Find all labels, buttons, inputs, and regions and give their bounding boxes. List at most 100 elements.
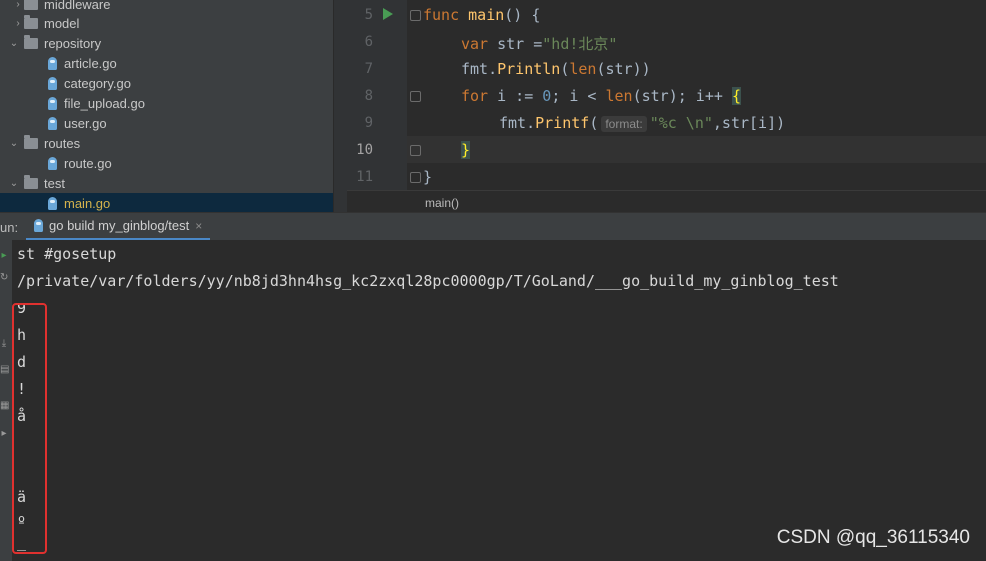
tree-folder-middleware[interactable]: › middleware <box>0 0 333 14</box>
tree-file-category[interactable]: category.go <box>0 73 333 93</box>
tree-item-label: category.go <box>64 75 131 91</box>
code-text: str = <box>488 35 543 53</box>
highlight-box <box>12 303 47 554</box>
line-number: 9 <box>364 115 373 131</box>
panel-divider[interactable] <box>333 0 348 212</box>
code-line: for i := 0; i < len(str); i++ { <box>461 87 741 105</box>
tree-item-label: middleware <box>44 0 111 12</box>
tree-item-label: route.go <box>64 155 112 171</box>
go-file-icon <box>48 116 57 130</box>
code-text: } <box>423 168 433 186</box>
print-icon[interactable]: ▤ <box>0 364 9 375</box>
tree-file-route[interactable]: route.go <box>0 153 333 173</box>
go-file-icon <box>48 56 57 70</box>
function-call: Println <box>497 60 561 78</box>
project-tree-panel: › middleware › model ⌄ repository articl… <box>0 0 333 212</box>
run-tool-strip: ▸ ↻ ⤓ ▤ ▦ ▸ <box>0 240 12 561</box>
tree-item-label: routes <box>44 135 81 151</box>
code-line: } <box>461 141 471 159</box>
code-line: fmt.Printf(format: "%c \n",str[i]) <box>499 114 785 132</box>
breadcrumb-item[interactable]: main() <box>425 196 459 210</box>
go-file-icon <box>34 219 43 232</box>
code-text: ( <box>589 114 599 132</box>
fold-icon[interactable] <box>410 91 421 102</box>
go-file-icon <box>48 196 57 210</box>
matched-brace: } <box>461 141 471 159</box>
code-text: fmt. <box>461 60 498 78</box>
fold-icon[interactable] <box>410 172 421 183</box>
run-tab[interactable]: go build my_ginblog/test × <box>26 213 211 241</box>
line-number: 11 <box>356 169 373 185</box>
keyword: var <box>461 35 489 53</box>
settings-icon[interactable]: ▦ <box>0 400 9 411</box>
breadcrumb: main() <box>347 190 986 213</box>
folder-icon <box>24 0 38 10</box>
folder-icon <box>24 174 38 189</box>
code-text: ,str[i]) <box>712 114 786 132</box>
pin-icon[interactable]: ▸ <box>0 428 8 439</box>
tree-file-user[interactable]: user.go <box>0 113 333 133</box>
function-name: main <box>468 6 505 24</box>
chevron-right-icon[interactable]: › <box>12 18 24 29</box>
run-gutter-icon[interactable] <box>383 8 393 20</box>
code-line: var str ="hd!北京" <box>461 33 617 54</box>
folder-icon <box>24 134 38 149</box>
tree-item-label: file_upload.go <box>64 95 145 111</box>
builtin: len <box>569 60 597 78</box>
code-line: fmt.Println(len(str)) <box>461 60 651 78</box>
tree-item-label: article.go <box>64 55 117 71</box>
rerun-icon[interactable]: ▸ <box>0 250 8 261</box>
code-text: (str)) <box>596 60 651 78</box>
refresh-icon[interactable]: ↻ <box>0 272 8 283</box>
code-line: } <box>423 168 432 186</box>
string-literal: "%c \n" <box>649 114 713 132</box>
parameter-hint: format: <box>601 116 647 132</box>
tree-file-file-upload[interactable]: file_upload.go <box>0 93 333 113</box>
line-number: 7 <box>364 61 373 77</box>
current-line-highlight <box>407 136 986 163</box>
go-file-icon <box>48 156 57 170</box>
code-text: fmt. <box>499 114 536 132</box>
matched-brace: { <box>731 87 741 105</box>
string-literal: "hd!北京" <box>542 35 618 53</box>
code-text: ; i < <box>551 87 606 105</box>
number-literal: 0 <box>542 87 552 105</box>
tree-item-label: test <box>44 175 65 191</box>
run-tab-label: go build my_ginblog/test <box>49 218 190 233</box>
tree-file-article[interactable]: article.go <box>0 53 333 73</box>
fold-icon[interactable] <box>410 145 421 156</box>
keyword: for <box>461 87 489 105</box>
tree-item-label: repository <box>44 35 102 51</box>
fold-icon[interactable] <box>410 10 421 21</box>
chevron-down-icon[interactable]: ⌄ <box>8 178 20 189</box>
line-number: 5 <box>364 7 373 23</box>
chevron-down-icon[interactable]: ⌄ <box>8 138 20 149</box>
tree-folder-routes[interactable]: ⌄ routes <box>0 133 333 153</box>
folder-icon <box>24 34 38 49</box>
code-text: (str); i++ <box>632 87 732 105</box>
line-number: 8 <box>364 88 373 104</box>
keyword: func <box>423 6 460 24</box>
console-line: /private/var/folders/yy/nb8jd3hn4hsg_kc2… <box>17 272 839 290</box>
tree-folder-test[interactable]: ⌄ test <box>0 173 333 193</box>
tree-item-label: user.go <box>64 115 107 131</box>
run-label: un: <box>0 220 19 235</box>
close-icon[interactable]: × <box>195 219 202 233</box>
line-number: 10 <box>356 142 373 158</box>
watermark: CSDN @qq_36115340 <box>776 527 970 548</box>
line-number: 6 <box>364 34 373 50</box>
folder-icon <box>24 14 38 29</box>
code-text: i := <box>488 87 543 105</box>
chevron-right-icon[interactable]: › <box>12 0 24 10</box>
builtin: len <box>605 87 633 105</box>
function-call: Printf <box>535 114 590 132</box>
tree-item-label: model <box>44 15 80 31</box>
tree-folder-model[interactable]: › model <box>0 13 333 33</box>
console-line: st #gosetup <box>17 245 117 263</box>
chevron-down-icon[interactable]: ⌄ <box>8 38 20 49</box>
tree-file-main[interactable]: main.go <box>0 193 333 212</box>
tree-item-label: main.go <box>64 195 111 211</box>
tree-folder-repository[interactable]: ⌄ repository <box>0 33 333 53</box>
download-icon[interactable]: ⤓ <box>0 338 8 349</box>
go-file-icon <box>48 76 57 90</box>
